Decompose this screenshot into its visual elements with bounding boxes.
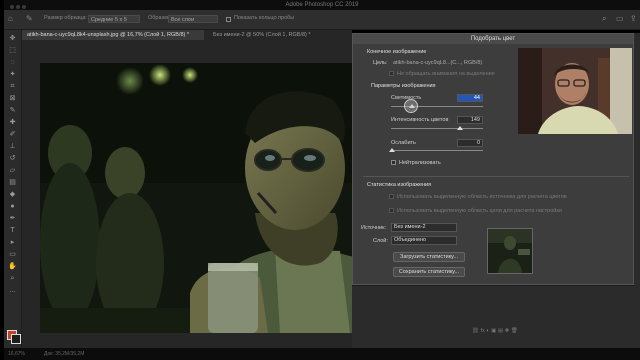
intensity-slider-knob[interactable]: [457, 126, 463, 130]
dodge-tool-icon[interactable]: ●: [8, 202, 17, 211]
neutralize-label: Нейтрализовать: [399, 160, 441, 166]
type-tool-icon[interactable]: T: [8, 226, 17, 235]
document-tabs: atikh-bana-c-uyc9qL8k4-unsplash.jpg @ 16…: [22, 30, 352, 40]
fade-input[interactable]: 0: [457, 139, 483, 147]
pen-tool-icon[interactable]: ✒: [8, 214, 17, 223]
crop-tool-icon[interactable]: ⌗: [8, 82, 17, 91]
source-thumbnail-image: [488, 229, 532, 273]
target-section-heading: Конечное изображение: [367, 49, 427, 55]
use-target-selection-label: Использовать выделенную область цели для…: [397, 208, 562, 214]
background-color-swatch[interactable]: [11, 334, 21, 344]
mouse-cursor-highlight: [404, 99, 418, 113]
sample-size-select[interactable]: Средние 5 х 5: [88, 15, 140, 23]
source-select[interactable]: Без имени-2: [391, 223, 457, 232]
app-title: Adobe Photoshop CC 2019: [285, 2, 359, 8]
tab-document-2[interactable]: Без имени-2 @ 50% (Слой 1, RGB/8) *: [208, 30, 352, 40]
eyedropper-icon[interactable]: ✎: [26, 14, 33, 23]
divider: [363, 176, 629, 177]
webcam-overlay: [518, 48, 632, 134]
show-ring-checkbox[interactable]: [226, 17, 231, 22]
blur-tool-icon[interactable]: ◆: [8, 190, 17, 199]
ignore-selection-checkbox[interactable]: [389, 71, 394, 76]
target-label: Цель:: [373, 60, 388, 66]
eyedropper-tool-icon[interactable]: ✎: [8, 106, 17, 115]
zoom-level[interactable]: 16,67%: [8, 351, 25, 357]
lasso-tool-icon[interactable]: ◌: [8, 58, 17, 67]
luminance-input[interactable]: 44: [457, 94, 483, 102]
home-icon[interactable]: ⌂: [8, 14, 13, 23]
dialog-title: Подобрать цвет: [353, 34, 633, 44]
sample-size-label: Размер образца:: [44, 15, 87, 21]
use-target-selection-checkbox[interactable]: [389, 208, 394, 213]
tools-panel: ✥ ⬚ ◌ ✦ ⌗ ⊠ ✎ ✚ ✐ ⊥ ↺ ▱ ▤ ◆ ● ✒ T ▸ ▭ ✋ …: [4, 30, 22, 348]
healing-brush-tool-icon[interactable]: ✚: [8, 118, 17, 127]
share-icon[interactable]: ⇪: [630, 14, 637, 23]
tab-document-1[interactable]: atikh-bana-c-uyc9qL8k4-unsplash.jpg @ 16…: [22, 30, 204, 40]
layer-select[interactable]: Объединено: [391, 236, 457, 245]
gradient-tool-icon[interactable]: ▤: [8, 178, 17, 187]
intensity-slider[interactable]: [391, 128, 483, 129]
marquee-tool-icon[interactable]: ⬚: [8, 46, 17, 55]
options-section-heading: Параметры изображения: [371, 83, 436, 89]
search-icon[interactable]: ⌕: [602, 14, 606, 24]
intensity-input[interactable]: 149: [457, 116, 483, 124]
layers-panel-icons: ⛓ fx ◐ ▣ ▤ ✚ 🗑: [472, 328, 518, 334]
save-statistics-button[interactable]: Сохранить статистику...: [393, 267, 465, 277]
neutralize-checkbox[interactable]: [391, 160, 396, 165]
quick-select-tool-icon[interactable]: ✦: [8, 70, 17, 79]
use-source-selection-label: Использовать выделенную область источник…: [397, 194, 567, 200]
path-select-tool-icon[interactable]: ▸: [8, 238, 17, 247]
more-tools-icon[interactable]: …: [8, 286, 17, 295]
zoom-tool-icon[interactable]: ⌕: [8, 274, 17, 283]
frame-tool-icon[interactable]: ⊠: [8, 94, 17, 103]
options-bar: ⌂ ✎ Размер образца: Средние 5 х 5 Образе…: [4, 10, 640, 30]
source-label: Источник:: [361, 225, 387, 231]
document-info: Док: 35,2М/35,2М: [44, 351, 85, 357]
move-tool-icon[interactable]: ✥: [8, 34, 17, 43]
fade-slider[interactable]: [391, 150, 483, 151]
title-bar: Adobe Photoshop CC 2019: [4, 0, 640, 10]
history-brush-tool-icon[interactable]: ↺: [8, 154, 17, 163]
source-thumbnail: [487, 228, 533, 274]
sample-select[interactable]: Все слои: [168, 15, 218, 23]
rectangle-tool-icon[interactable]: ▭: [8, 250, 17, 259]
target-value: atikh-bana-c-uyc9qL8...(С..., RGB/8): [393, 60, 483, 66]
show-ring-label: Показать кольцо пробы: [234, 15, 295, 21]
fade-label: Ослабить: [391, 140, 416, 146]
status-bar: 16,67% Док: 35,2М/35,2М: [4, 348, 640, 360]
use-source-selection-checkbox[interactable]: [389, 194, 394, 199]
ignore-selection-label: Не обращать внимания на выделение: [397, 71, 495, 77]
layers-panel: ⛓ fx ◐ ▣ ▤ ✚ 🗑: [352, 285, 634, 349]
layer-label: Слой:: [373, 238, 388, 244]
webcam-image: [518, 48, 632, 134]
eraser-tool-icon[interactable]: ▱: [8, 166, 17, 175]
workspace-icon[interactable]: ▭: [616, 14, 624, 23]
hand-tool-icon[interactable]: ✋: [8, 262, 17, 271]
brush-tool-icon[interactable]: ✐: [8, 130, 17, 139]
load-statistics-button[interactable]: Загрузить статистику...: [393, 252, 465, 262]
fade-slider-knob[interactable]: [389, 148, 395, 152]
intensity-label: Интенсивность цветов: [391, 117, 449, 123]
right-panel-strip: [634, 33, 640, 348]
clone-stamp-tool-icon[interactable]: ⊥: [8, 142, 17, 151]
stats-section-heading: Статистика изображения: [367, 182, 432, 188]
